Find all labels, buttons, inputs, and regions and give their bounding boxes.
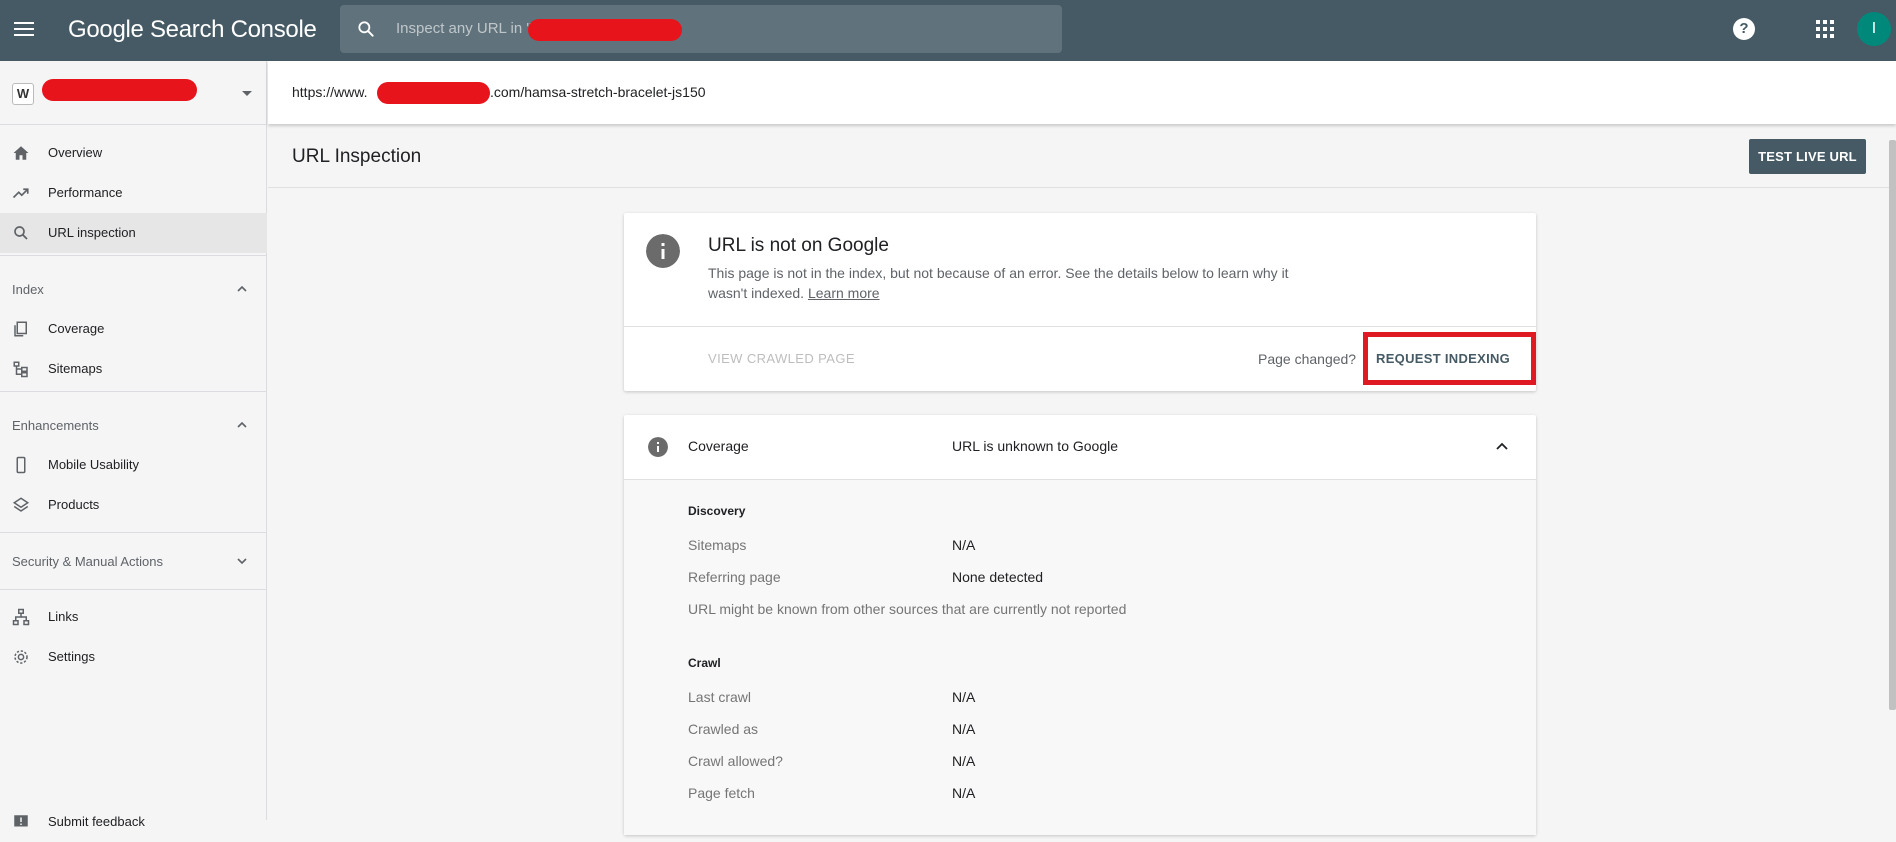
info-icon (646, 234, 680, 268)
sidebar-item-label: Products (48, 497, 100, 512)
sidebar-item-label: Links (48, 609, 79, 624)
home-icon (13, 146, 29, 160)
coverage-label: Coverage (688, 438, 749, 454)
sidebar-item-performance[interactable]: Performance (0, 173, 267, 213)
sitemaps-value: N/A (952, 537, 976, 553)
account-avatar[interactable]: I (1857, 12, 1891, 46)
sidebar-item-label: Sitemaps (48, 361, 103, 376)
sidebar-divider (0, 532, 267, 533)
page-fetch-label: Page fetch (688, 785, 755, 801)
status-description-text: This page is not in the index, but not b… (708, 265, 1289, 301)
section-security-manual-actions[interactable]: Security & Manual Actions (0, 541, 267, 581)
layers-icon (12, 497, 30, 512)
info-icon (648, 437, 668, 457)
redacted-property-name (42, 79, 197, 101)
request-indexing-label: REQUEST INDEXING (1376, 351, 1511, 366)
referring-page-label: Referring page (688, 569, 781, 585)
sidebar-divider (0, 391, 267, 392)
sidebar-item-label: Overview (48, 145, 103, 160)
redacted-domain (377, 82, 490, 104)
discovery-heading: Discovery (688, 504, 746, 518)
chevron-down-icon (237, 558, 247, 565)
app-brand[interactable]: Google Search Console (68, 16, 317, 44)
section-label: Index (12, 282, 44, 297)
sidebar-item-overview[interactable]: Overview (0, 133, 267, 173)
sidebar-item-products[interactable]: Products (0, 485, 267, 525)
sidebar-item-label: Performance (48, 185, 123, 200)
sidebar-item-label: Submit feedback (48, 814, 145, 829)
sidebar-item-label: Settings (48, 649, 95, 664)
section-enhancements[interactable]: Enhancements (0, 405, 267, 445)
discovery-note: URL might be known from other sources th… (688, 601, 1127, 617)
smartphone-icon (16, 456, 26, 474)
last-crawl-value: N/A (952, 689, 976, 705)
scrollbar[interactable] (1889, 140, 1896, 710)
request-indexing-button[interactable]: REQUEST INDEXING (1363, 332, 1536, 385)
url-suffix: .com/hamsa-stretch-bracelet-js150 (490, 84, 706, 100)
sidebar: W Overview Performance URL inspection In… (0, 61, 267, 829)
card-divider (624, 326, 1536, 327)
crawl-heading: Crawl (688, 656, 721, 670)
apps-grid-icon[interactable] (1816, 20, 1834, 38)
status-title: URL is not on Google (708, 235, 889, 256)
crawl-allowed-value: N/A (952, 753, 976, 769)
page-title: URL Inspection (292, 146, 422, 167)
url-prefix: https://www. (292, 84, 368, 100)
crawled-as-value: N/A (952, 721, 976, 737)
search-input[interactable]: Inspect any URL in " (396, 20, 532, 37)
trending-up-icon (12, 188, 29, 199)
last-crawl-label: Last crawl (688, 689, 752, 705)
menu-icon[interactable] (12, 17, 36, 41)
redacted-property (528, 19, 682, 41)
coverage-card: Coverage URL is unknown to Google Discov… (624, 415, 1536, 835)
page-changed-label: Page changed? (1258, 351, 1357, 367)
property-selector[interactable]: W (0, 61, 267, 125)
crawled-as-label: Crawled as (688, 721, 759, 737)
sidebar-divider (0, 589, 267, 590)
top-app-bar: Google Search Console Inspect any URL in… (0, 0, 1896, 61)
url-inspect-search[interactable]: Inspect any URL in " (340, 5, 1062, 53)
sidebar-item-mobile-usability[interactable]: Mobile Usability (0, 445, 267, 485)
links-icon (12, 608, 30, 626)
sidebar-item-links[interactable]: Links (0, 597, 267, 637)
status-description: This page is not in the index, but not b… (708, 263, 1308, 303)
learn-more-link[interactable]: Learn more (808, 285, 880, 301)
sidebar-item-submit-feedback[interactable]: Submit feedback (0, 802, 267, 842)
feedback-icon (14, 815, 28, 827)
referring-page-value: None detected (952, 569, 1044, 585)
sitemaps-label: Sitemaps (688, 537, 747, 553)
sidebar-divider (0, 255, 267, 256)
help-icon[interactable]: ? (1733, 18, 1755, 40)
page-header: URL Inspection TEST LIVE URL (268, 130, 1896, 188)
section-label: Security & Manual Actions (12, 554, 164, 569)
chevron-up-icon (237, 421, 247, 428)
search-icon (14, 226, 28, 240)
section-label: Enhancements (12, 418, 99, 433)
index-status-card: URL is not on Google This page is not in… (624, 213, 1536, 391)
chevron-up-icon (237, 285, 247, 292)
property-logo: W (12, 83, 34, 105)
page-fetch-value: N/A (952, 785, 976, 801)
coverage-icon (14, 321, 27, 337)
section-index[interactable]: Index (0, 269, 267, 309)
search-icon (358, 21, 374, 37)
gear-icon (14, 650, 28, 664)
coverage-value: URL is unknown to Google (952, 438, 1119, 454)
sidebar-item-sitemaps[interactable]: Sitemaps (0, 349, 267, 389)
sitemap-icon (13, 361, 28, 378)
sidebar-item-label: URL inspection (48, 225, 136, 240)
coverage-details: Discovery Sitemaps N/A Referring page No… (624, 480, 1536, 835)
inspected-url-bar[interactable]: https://www. .com/hamsa-stretch-bracelet… (268, 61, 1896, 124)
crawl-allowed-label: Crawl allowed? (688, 753, 783, 769)
sidebar-item-coverage[interactable]: Coverage (0, 309, 267, 349)
coverage-header[interactable]: Coverage URL is unknown to Google (624, 415, 1536, 480)
sidebar-item-label: Mobile Usability (48, 457, 140, 472)
view-crawled-page-button[interactable]: VIEW CRAWLED PAGE (708, 351, 855, 366)
sidebar-item-settings[interactable]: Settings (0, 637, 267, 677)
chevron-up-icon[interactable] (1495, 439, 1509, 453)
sidebar-item-url-inspection[interactable]: URL inspection (0, 213, 267, 253)
dropdown-caret-icon (242, 91, 252, 96)
sidebar-item-label: Coverage (48, 321, 105, 336)
test-live-url-button[interactable]: TEST LIVE URL (1749, 139, 1866, 174)
